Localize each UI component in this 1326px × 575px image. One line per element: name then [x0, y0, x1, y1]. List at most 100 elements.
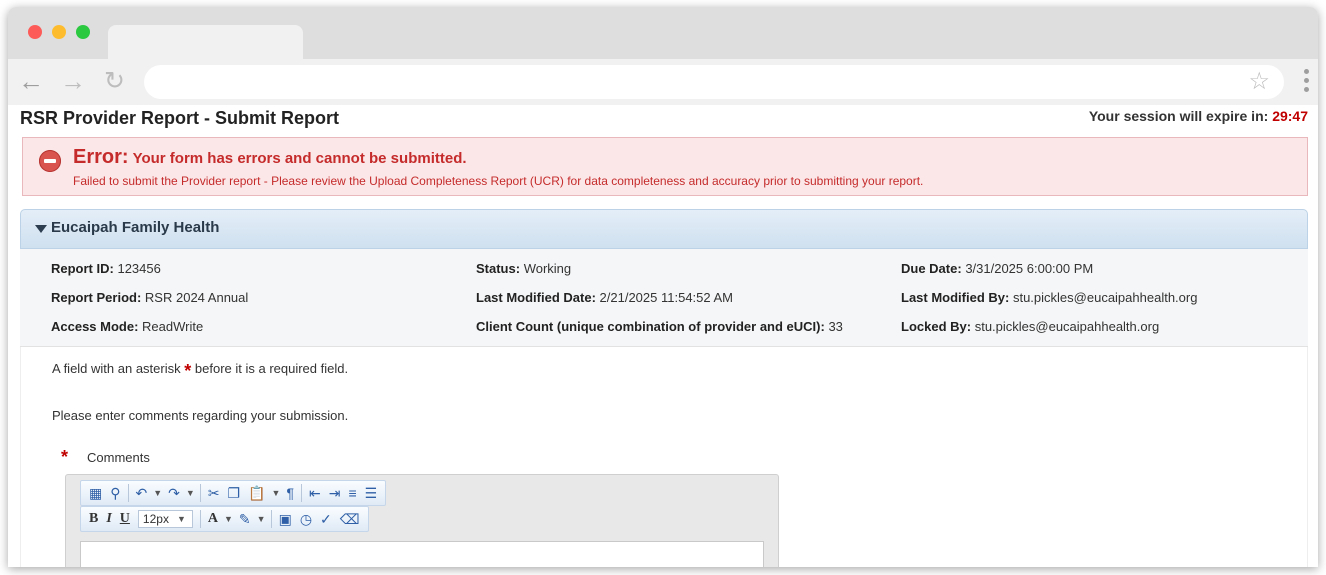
browser-tab[interactable]	[108, 25, 303, 61]
find-icon[interactable]: ⚲	[106, 482, 124, 504]
toolbar-divider	[127, 484, 129, 502]
session-time: 29:47	[1272, 108, 1308, 124]
font-size-select[interactable]: 12px ▼	[137, 510, 193, 528]
due-date-value: 3/31/2025 6:00:00 PM	[965, 261, 1094, 276]
page-content: RSR Provider Report - Submit Report Your…	[8, 105, 1318, 567]
alert-title: Error: Your form has errors and cannot be…	[73, 146, 467, 169]
locked-by: Locked By: stu.pickles@eucaipahhealth.or…	[901, 319, 1159, 334]
form-body: A field with an asterisk * before it is …	[20, 347, 1308, 567]
chevron-down-icon: ▼	[176, 514, 186, 524]
panel-header[interactable]: Eucaipah Family Health	[20, 209, 1308, 249]
last-modified-date-value: 2/21/2025 11:54:52 AM	[599, 290, 734, 305]
spellcheck-icon[interactable]: ✓	[316, 508, 336, 530]
undo-dropdown-icon[interactable]: ▼	[151, 488, 164, 498]
report-id: Report ID: 123456	[51, 261, 161, 276]
report-id-value: 123456	[117, 261, 161, 276]
reload-icon[interactable]: ↻	[104, 67, 125, 95]
alert-label: Error:	[73, 146, 129, 168]
page-header: RSR Provider Report - Submit Report Your…	[8, 105, 1318, 131]
comments-required-icon: *	[61, 447, 69, 467]
due-date: Due Date: 3/31/2025 6:00:00 PM	[901, 261, 1093, 276]
required-asterisk-icon: *	[184, 361, 192, 381]
status: Status: Working	[476, 261, 571, 276]
panel-title: Eucaipah Family Health	[51, 219, 220, 236]
alert-detail: Failed to submit the Provider report - P…	[73, 174, 924, 188]
back-arrow-icon[interactable]: ←	[18, 67, 44, 95]
report-info: Report ID: 123456 Status: Working Due Da…	[20, 249, 1308, 347]
toolbar-divider	[270, 510, 272, 528]
access-mode-value: ReadWrite	[142, 319, 204, 334]
bookmark-star-icon[interactable]: ☆	[1248, 68, 1270, 96]
clear-format-icon[interactable]: ⌫	[336, 508, 364, 530]
browser-toolbar: ← → ↻ ☆	[8, 59, 1318, 105]
editor-toolbar-row-1: ▦ ⚲ ↶ ▼ ↷ ▼ ✂ ❐ 📋 ▼ ¶ ⇤ ⇥ ≡ ☰	[80, 480, 387, 506]
undo-icon[interactable]: ↶	[132, 482, 152, 504]
bold-icon[interactable]: B	[85, 508, 102, 530]
comments-editor: ▦ ⚲ ↶ ▼ ↷ ▼ ✂ ❐ 📋 ▼ ¶ ⇤ ⇥ ≡ ☰ B I U 12px…	[65, 474, 779, 567]
select-all-icon[interactable]: ▦	[85, 482, 106, 504]
last-modified-date: Last Modified Date: 2/21/2025 11:54:52 A…	[476, 290, 733, 305]
insert-field-icon[interactable]: ▣	[275, 508, 296, 530]
italic-icon[interactable]: I	[102, 508, 115, 530]
browser-window: ← → ↻ ☆ RSR Provider Report - Submit Rep…	[8, 7, 1318, 567]
toolbar-divider	[199, 484, 201, 502]
comments-label: Comments	[87, 450, 150, 465]
comments-textarea[interactable]	[80, 541, 764, 567]
required-note: A field with an asterisk * before it is …	[52, 361, 348, 382]
highlight-icon[interactable]: ✎	[235, 508, 255, 530]
cut-icon[interactable]: ✂	[204, 482, 224, 504]
copy-icon[interactable]: ❐	[224, 482, 245, 504]
font-color-dropdown-icon[interactable]: ▼	[222, 514, 235, 524]
error-alert: Error: Your form has errors and cannot be…	[22, 137, 1308, 196]
last-modified-date-label: Last Modified Date:	[476, 290, 596, 305]
client-count-value: 33	[828, 319, 843, 334]
paragraph-icon[interactable]: ¶	[282, 482, 298, 504]
highlight-dropdown-icon[interactable]: ▼	[255, 514, 268, 524]
status-value: Working	[523, 261, 572, 276]
tab-strip	[8, 7, 1318, 61]
locked-by-value: stu.pickles@eucaipahhealth.org	[974, 319, 1160, 334]
redo-dropdown-icon[interactable]: ▼	[184, 488, 197, 498]
toolbar-divider	[301, 484, 302, 502]
status-label: Status:	[476, 261, 521, 276]
numbered-list-icon[interactable]: ☰	[361, 482, 382, 504]
address-bar[interactable]: ☆	[144, 65, 1284, 99]
client-count-label: Client Count (unique combination of prov…	[476, 319, 825, 334]
font-color-icon[interactable]: A	[204, 508, 222, 530]
client-count: Client Count (unique combination of prov…	[476, 319, 843, 334]
session-timer: Your session will expire in: 29:47	[1089, 108, 1308, 124]
indent-icon[interactable]: ⇥	[325, 482, 345, 504]
report-id-label: Report ID:	[51, 261, 114, 276]
access-mode-label: Access Mode:	[51, 319, 139, 334]
report-period: Report Period: RSR 2024 Annual	[51, 290, 248, 305]
locked-by-label: Locked By:	[901, 319, 972, 334]
outdent-icon[interactable]: ⇤	[305, 482, 325, 504]
paste-icon[interactable]: 📋	[244, 482, 269, 504]
report-period-value: RSR 2024 Annual	[144, 290, 249, 305]
last-modified-by-label: Last Modified By:	[901, 290, 1010, 305]
report-period-label: Report Period:	[51, 290, 142, 305]
collapse-caret-icon[interactable]	[35, 225, 47, 233]
forward-arrow-icon[interactable]: →	[60, 67, 86, 95]
last-modified-by-value: stu.pickles@eucaipahhealth.org	[1012, 290, 1198, 305]
redo-icon[interactable]: ↷	[164, 482, 184, 504]
error-icon	[39, 150, 61, 172]
font-size-value: 12px	[142, 512, 169, 526]
paste-dropdown-icon[interactable]: ▼	[270, 488, 283, 498]
alert-message: Your form has errors and cannot be submi…	[132, 150, 467, 167]
close-window-button[interactable]	[28, 25, 42, 39]
editor-toolbar-row-2: B I U 12px ▼ A ▼ ✎ ▼ ▣ ◷ ✓ ⌫	[80, 506, 369, 532]
last-modified-by: Last Modified By: stu.pickles@eucaipahhe…	[901, 290, 1197, 305]
bullet-list-icon[interactable]: ≡	[344, 482, 360, 504]
minimize-window-button[interactable]	[52, 25, 66, 39]
toolbar-divider	[199, 510, 201, 528]
underline-icon[interactable]: U	[116, 508, 134, 530]
access-mode: Access Mode: ReadWrite	[51, 319, 203, 334]
menu-kebab-icon[interactable]	[1304, 69, 1310, 96]
page-title: RSR Provider Report - Submit Report	[20, 108, 340, 128]
session-label: Your session will expire in:	[1088, 108, 1269, 124]
maximize-window-button[interactable]	[76, 25, 90, 39]
instructions: Please enter comments regarding your sub…	[52, 408, 349, 423]
due-date-label: Due Date:	[901, 261, 962, 276]
time-icon[interactable]: ◷	[296, 508, 316, 530]
